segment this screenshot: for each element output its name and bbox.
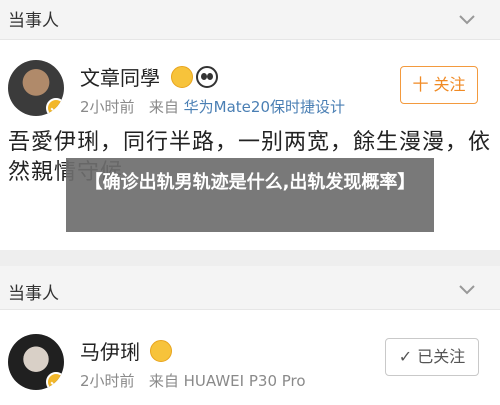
- user-name[interactable]: 马伊琍: [80, 336, 140, 365]
- chevron-down-icon[interactable]: [458, 280, 476, 298]
- overlay-text: 【确诊出轨男轨迹是什么,出轨发现概率】: [84, 172, 416, 193]
- verified-badge-icon: [46, 372, 64, 390]
- section-header-2[interactable]: 当事人: [0, 266, 500, 310]
- source-prefix: 来自: [148, 98, 179, 116]
- crown-emoji-icon: [171, 66, 193, 88]
- section-title: 当事人: [8, 284, 59, 304]
- crown-emoji-icon: [150, 340, 172, 362]
- panda-emoji-icon: [196, 66, 218, 88]
- source-prefix: 来自: [148, 372, 179, 390]
- post-meta: 2小时前 来自 华为Mate20保时捷设计: [80, 96, 345, 117]
- overlay-banner: 【确诊出轨男轨迹是什么,出轨发现概率】: [66, 158, 434, 232]
- post-time: 2小时前: [80, 372, 135, 390]
- source-device: HUAWEI P30 Pro: [183, 372, 306, 390]
- follow-button[interactable]: 十 关注: [400, 66, 478, 104]
- verified-badge-icon: [46, 98, 64, 116]
- section-title: 当事人: [8, 11, 59, 31]
- avatar[interactable]: [8, 60, 64, 116]
- avatar[interactable]: [8, 334, 64, 390]
- user-name[interactable]: 文章同學: [80, 62, 160, 91]
- divider: [0, 250, 500, 266]
- post-time: 2小时前: [80, 98, 135, 116]
- source-link[interactable]: 华为Mate20保时捷设计: [184, 98, 345, 116]
- following-button[interactable]: ✓ 已关注: [385, 338, 479, 376]
- section-header-1[interactable]: 当事人: [0, 0, 500, 40]
- chevron-down-icon[interactable]: [458, 10, 476, 28]
- post-meta: 2小时前 来自 HUAWEI P30 Pro: [80, 370, 306, 391]
